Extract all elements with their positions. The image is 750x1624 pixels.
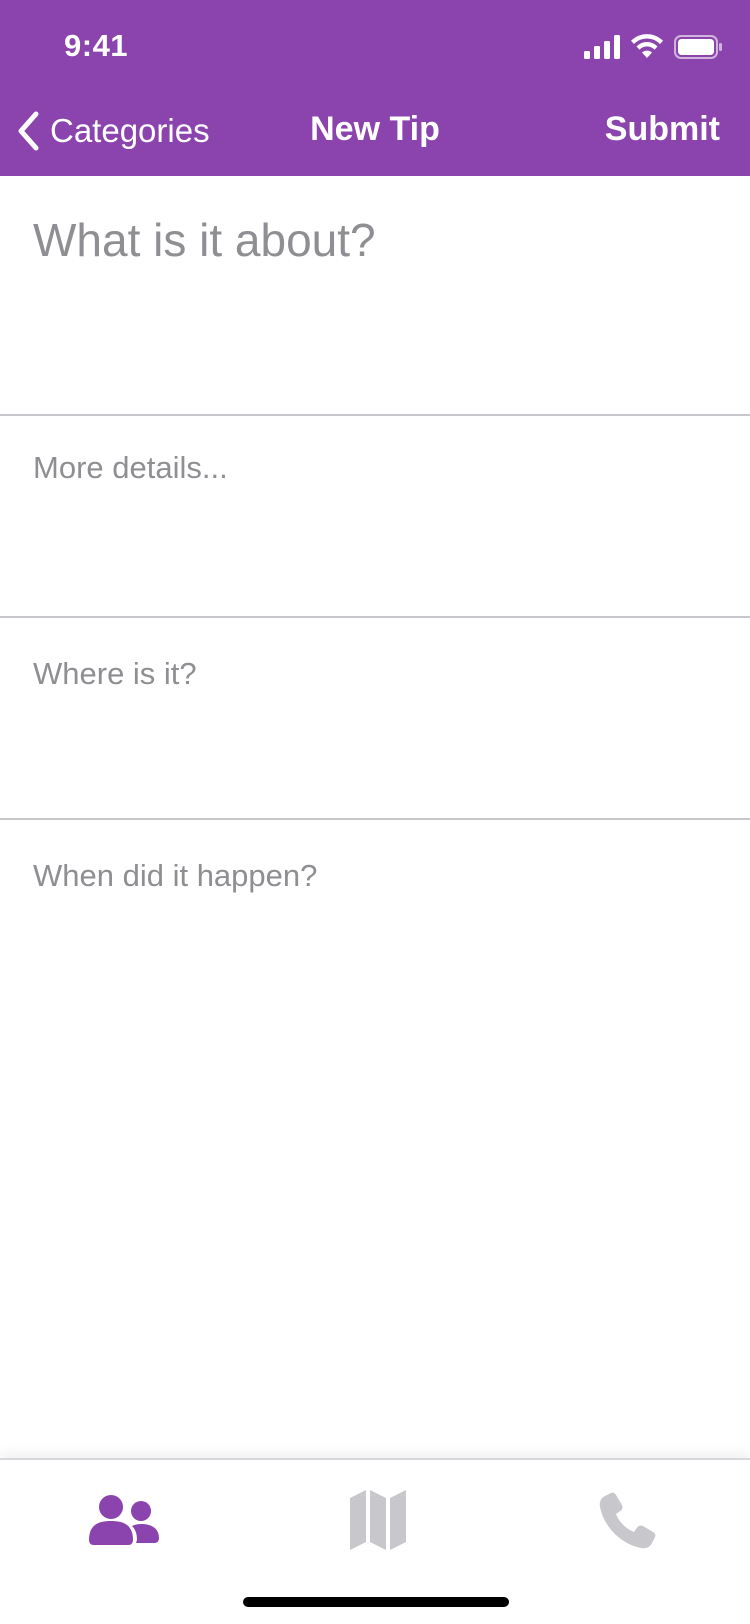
nav-bar: Categories New Tip Submit — [0, 90, 750, 176]
details-field — [0, 416, 750, 618]
status-time: 9:41 — [64, 28, 129, 63]
header: 9:41 Categories New Tip Submit — [0, 0, 750, 176]
home-indicator — [243, 1597, 509, 1607]
status-bar: 9:41 — [0, 0, 750, 90]
tab-people[interactable] — [64, 1480, 184, 1560]
battery-icon — [674, 35, 722, 59]
map-icon — [350, 1490, 406, 1550]
time-input[interactable] — [33, 854, 717, 898]
back-button-label: Categories — [50, 112, 210, 149]
location-input[interactable] — [33, 652, 717, 696]
chevron-left-icon — [16, 111, 40, 151]
submit-button[interactable]: Submit — [605, 110, 720, 149]
subject-input[interactable] — [33, 210, 717, 270]
location-field — [0, 618, 750, 820]
time-field — [0, 820, 750, 1220]
tip-form — [0, 176, 750, 1220]
status-icons — [584, 30, 722, 64]
subject-field — [0, 176, 750, 416]
people-icon — [89, 1494, 159, 1546]
tab-phone[interactable] — [568, 1480, 688, 1560]
tab-map[interactable] — [318, 1480, 438, 1560]
details-input[interactable] — [33, 450, 717, 590]
cellular-signal-icon — [584, 35, 620, 59]
screen: 9:41 Categories New Tip Submit What is i… — [0, 0, 750, 1624]
wifi-icon — [630, 34, 664, 60]
back-button[interactable]: Categories — [16, 108, 210, 154]
phone-icon — [599, 1491, 657, 1549]
